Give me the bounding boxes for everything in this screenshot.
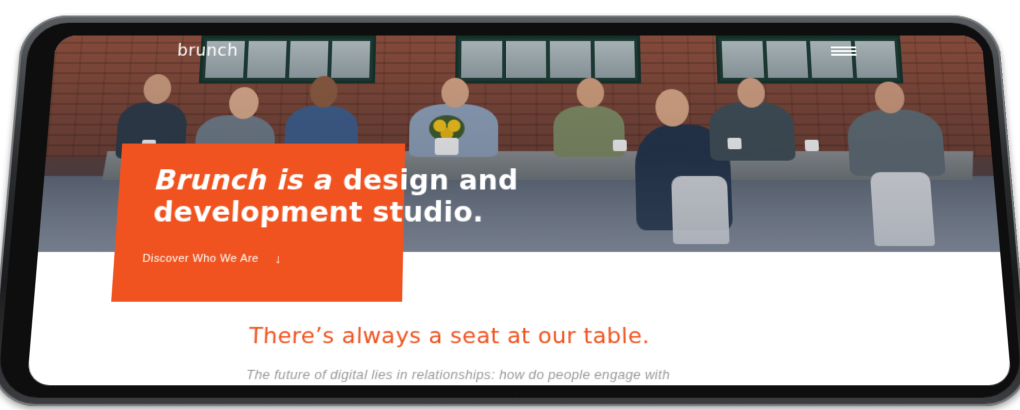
- section-tagline: There’s always a seat at our table.: [248, 323, 650, 350]
- hero-title: Brunch is a design and development studi…: [152, 164, 714, 228]
- arrow-down-icon: ↓: [274, 250, 282, 266]
- discover-who-we-are-link[interactable]: Discover Who We Are ↓: [142, 250, 282, 266]
- hero-title-line-1: Brunch is a design and: [154, 164, 519, 197]
- camera-dot: [513, 391, 518, 396]
- hamburger-menu-icon[interactable]: [830, 45, 857, 58]
- intro-paragraph: The future of digital lies in relationsh…: [245, 366, 671, 383]
- tablet-bezel: brunch Brunch is a design and developmen…: [0, 22, 1020, 398]
- brand-logo[interactable]: brunch: [177, 42, 239, 60]
- discover-link-label: Discover Who We Are: [142, 252, 259, 265]
- tablet-screen: brunch Brunch is a design and developmen…: [26, 35, 1012, 386]
- hero-title-line-2: development studio.: [152, 196, 484, 229]
- tablet-device-frame: brunch Brunch is a design and developmen…: [0, 15, 1020, 407]
